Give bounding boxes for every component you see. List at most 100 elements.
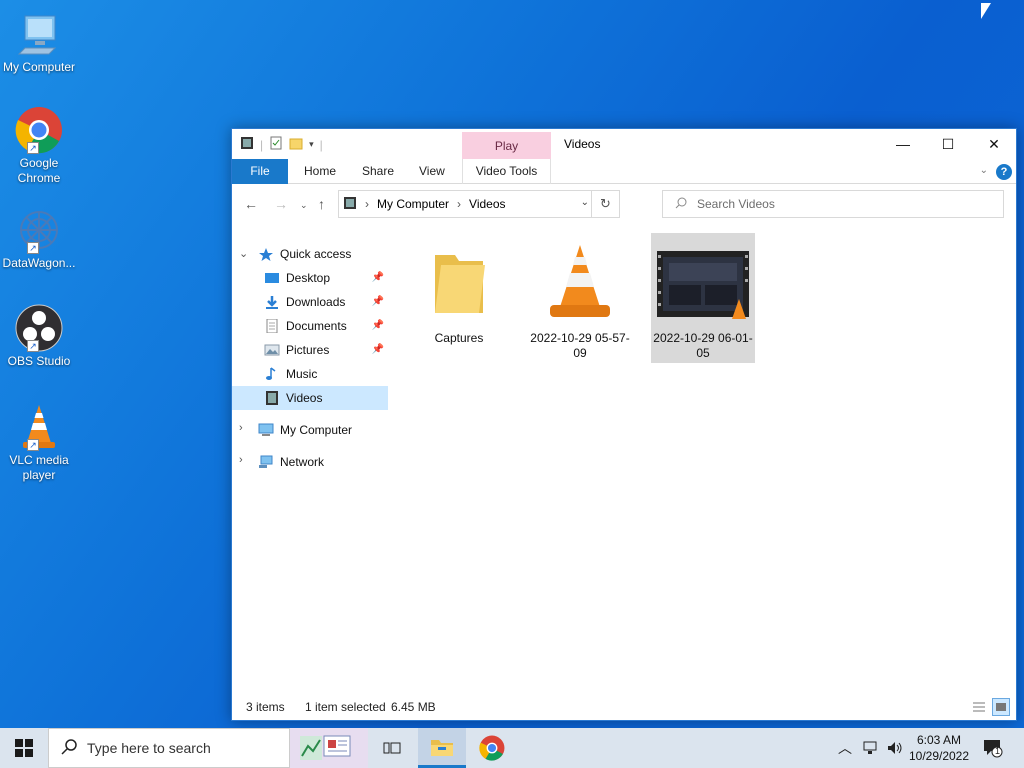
notification-center-button[interactable]: 1 — [982, 728, 1004, 768]
taskbar-google-chrome[interactable] — [468, 728, 516, 768]
clock-date: 10/29/2022 — [908, 749, 970, 763]
file-name: 2022-10-29 06-01-05 — [653, 331, 753, 360]
file-explorer-icon — [431, 739, 453, 756]
tab-view[interactable]: View — [407, 159, 457, 184]
collapsed-chevron-icon[interactable]: › — [239, 422, 243, 434]
title-bar: | ▾ | Play Videos — ☐ ✕ — [232, 129, 1016, 159]
tab-group-play: Play — [462, 132, 551, 159]
task-view-button[interactable] — [368, 728, 416, 768]
vlc-cone-icon: ↗ — [15, 403, 63, 451]
news-widget-button[interactable] — [290, 728, 368, 768]
nav-label: Desktop — [286, 271, 331, 285]
desktop-icon-obs-studio[interactable]: ↗ OBS Studio — [0, 304, 78, 369]
address-bar[interactable]: › My Computer › Videos ⌄ ↻ — [338, 190, 620, 218]
pin-icon[interactable]: 📌 — [372, 320, 384, 331]
desktop-icon-label: OBS Studio — [7, 354, 71, 368]
pin-icon[interactable]: 📌 — [372, 344, 384, 355]
back-arrow-icon[interactable]: ← — [244, 196, 258, 212]
tab-share[interactable]: Share — [350, 159, 406, 184]
chrome-icon — [479, 735, 505, 761]
nav-downloads[interactable]: Downloads 📌 — [232, 290, 388, 314]
vlc-cone-icon — [528, 243, 632, 327]
file-item-2022-10-29-06-01-05[interactable]: 2022-10-29 06-01-05 — [651, 233, 755, 363]
forward-arrow-icon[interactable]: → — [274, 196, 288, 212]
star-icon — [258, 247, 274, 261]
nav-label: Music — [286, 367, 318, 381]
taskbar: Type here to search ︿ 6:03 AM 10/29/2022… — [0, 728, 1024, 768]
computer-icon — [15, 10, 63, 58]
desktop-icon-google-chrome[interactable]: ↗ Google Chrome — [0, 106, 78, 186]
taskbar-search-box[interactable]: Type here to search — [48, 728, 290, 768]
desktop-icon-my-computer[interactable]: My Computer — [0, 10, 78, 75]
search-box[interactable]: Search Videos — [662, 190, 1004, 218]
pin-icon[interactable]: 📌 — [372, 296, 384, 307]
desktop-icon-label: My Computer — [2, 60, 76, 74]
nav-videos[interactable]: Videos — [232, 386, 388, 410]
breadcrumb-my-computer[interactable]: My Computer — [377, 197, 449, 211]
desktop-icon — [264, 271, 280, 285]
nav-documents[interactable]: Documents 📌 — [232, 314, 388, 338]
customize-toolbar-chevron-icon[interactable]: ▾ — [309, 139, 314, 150]
large-icons-view-button[interactable] — [992, 698, 1010, 716]
help-icon[interactable]: ? — [996, 164, 1012, 180]
breadcrumb-separator-icon: › — [457, 197, 462, 211]
start-button[interactable] — [0, 728, 48, 768]
selection-size: 6.45 MB — [391, 700, 436, 714]
show-hidden-icons-button[interactable]: ︿ — [838, 728, 852, 768]
document-icon — [264, 318, 280, 334]
pictures-icon — [264, 343, 280, 357]
close-button[interactable]: ✕ — [971, 129, 1017, 159]
nav-my-computer[interactable]: › My Computer — [232, 418, 388, 442]
tab-home[interactable]: Home — [292, 159, 348, 184]
network-tray-icon[interactable] — [862, 728, 880, 768]
nav-quick-access[interactable]: ⌄ Quick access — [232, 242, 388, 266]
volume-tray-icon[interactable] — [886, 728, 904, 768]
file-name: 2022-10-29 05-57-09 — [530, 331, 630, 360]
details-view-button[interactable] — [970, 698, 988, 716]
clock-time: 6:03 AM — [916, 733, 962, 747]
clock[interactable]: 6:03 AM 10/29/2022 — [905, 732, 973, 764]
nav-label: Downloads — [286, 295, 346, 309]
desktop-icon-datawagon[interactable]: ↗ DataWagon... — [0, 206, 78, 271]
minimize-button[interactable]: — — [880, 129, 926, 159]
pin-icon[interactable]: 📌 — [372, 272, 384, 283]
nav-desktop[interactable]: Desktop 📌 — [232, 266, 388, 290]
quick-access-toolbar: | ▾ | — [240, 136, 323, 153]
file-item-2022-10-29-05-57-09[interactable]: 2022-10-29 05-57-09 — [528, 233, 632, 363]
taskbar-file-explorer[interactable] — [418, 728, 466, 768]
folder-icon — [407, 243, 511, 327]
network-icon — [258, 455, 274, 469]
collapsed-chevron-icon[interactable]: › — [239, 454, 243, 466]
recent-locations-chevron-icon[interactable]: ⌄ — [300, 200, 308, 211]
nav-label: Pictures — [286, 343, 330, 357]
breadcrumb-videos[interactable]: Videos — [469, 197, 505, 211]
maximize-icon: ☐ — [941, 136, 955, 152]
file-item-captures[interactable]: Captures — [407, 233, 511, 363]
expanded-chevron-icon[interactable]: ⌄ — [239, 247, 248, 260]
file-name: Captures — [434, 331, 484, 345]
tab-file[interactable]: File — [232, 159, 288, 184]
music-note-icon — [264, 367, 280, 381]
tab-video-tools[interactable]: Video Tools — [462, 159, 551, 184]
status-bar: 3 items 1 item selected 6.45 MB — [232, 694, 1016, 720]
up-arrow-icon[interactable]: ↑ — [318, 196, 325, 212]
address-dropdown-chevron-icon[interactable]: ⌄ — [581, 197, 589, 208]
nav-pictures[interactable]: Pictures 📌 — [232, 338, 388, 362]
properties-icon[interactable] — [269, 136, 283, 153]
network-wired-icon — [863, 741, 877, 754]
nav-music[interactable]: Music — [232, 362, 388, 386]
video-folder-icon — [240, 136, 254, 153]
video-folder-icon — [343, 196, 357, 213]
obs-icon: ↗ — [15, 304, 63, 352]
expand-ribbon-chevron-icon[interactable]: ⌄ — [980, 165, 988, 176]
selection-count: 1 item selected — [305, 700, 386, 714]
new-folder-icon[interactable] — [289, 136, 303, 153]
video-folder-icon — [264, 391, 280, 405]
address-row: ← → ⌄ ↑ › My Computer › Videos ⌄ ↻ Searc… — [232, 184, 1016, 226]
nav-network[interactable]: › Network — [232, 450, 388, 474]
refresh-icon[interactable]: ↻ — [591, 191, 619, 217]
maximize-button[interactable]: ☐ — [925, 129, 971, 159]
shortcut-arrow-icon: ↗ — [27, 142, 39, 154]
file-list: Captures 2022-10-29 05-57-09 2022-10-29 … — [392, 229, 1012, 699]
desktop-icon-vlc[interactable]: ↗ VLC media player — [0, 403, 78, 483]
